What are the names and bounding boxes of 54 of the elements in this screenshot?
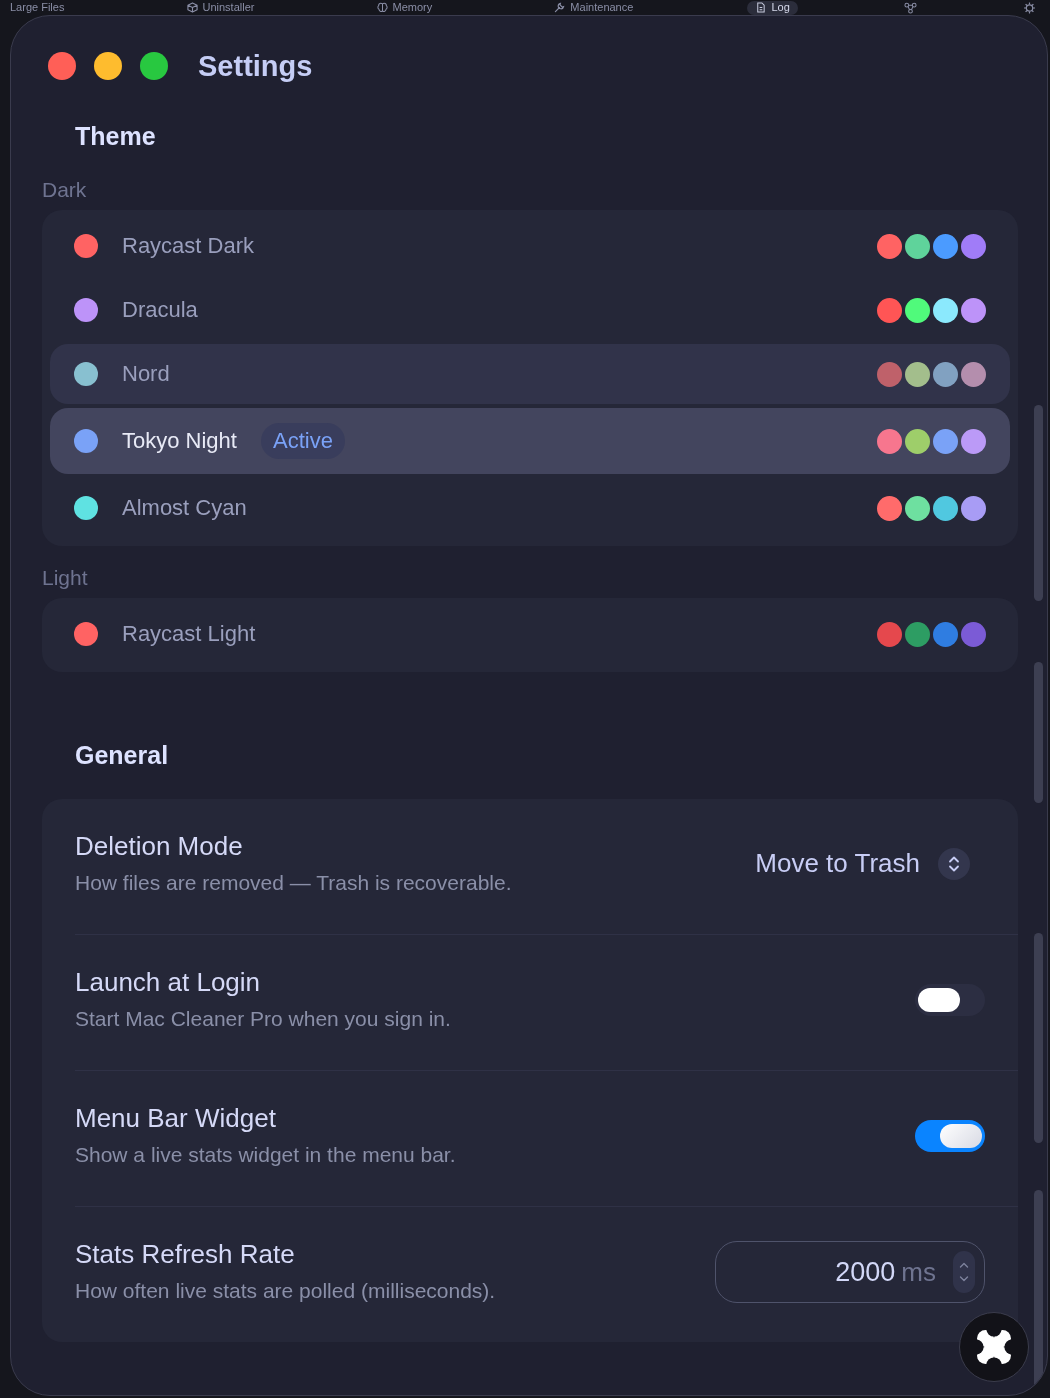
setting-title: Launch at Login xyxy=(75,967,261,997)
chevron-down-icon[interactable] xyxy=(958,1274,970,1283)
number-field[interactable]: 2000 ms xyxy=(715,1240,985,1303)
setting-description: Show a live stats widget in the menu bar. xyxy=(75,1142,456,1168)
chevron-up-icon[interactable] xyxy=(958,1260,970,1269)
window-zoom-button[interactable] xyxy=(140,52,168,80)
setting-title: Deletion Mode xyxy=(75,831,243,861)
theme-name: Tokyo Night xyxy=(122,428,237,454)
theme-row[interactable]: Dracula xyxy=(50,280,1010,340)
section-heading: Theme xyxy=(75,121,156,151)
app-tab[interactable]: Large Files xyxy=(2,0,73,15)
theme-name: Almost Cyan xyxy=(122,495,247,521)
theme-row[interactable]: Almost Cyan xyxy=(50,478,1010,538)
scrollbar-thumb[interactable] xyxy=(1034,662,1043,803)
toggle-switch[interactable] xyxy=(915,1119,985,1152)
theme-name: Raycast Light xyxy=(122,621,256,647)
quatrefoil-icon xyxy=(977,1330,1011,1364)
setting-title: Stats Refresh Rate xyxy=(75,1239,295,1269)
scrollbar-thumb[interactable] xyxy=(1034,933,1043,1143)
group-label: Dark xyxy=(42,178,87,202)
setting-description: Start Mac Cleaner Pro when you sign in. xyxy=(75,1006,451,1032)
box-icon xyxy=(186,2,198,13)
section-heading: General xyxy=(75,740,169,770)
field-value: 2000 xyxy=(835,1255,896,1288)
unit-label: ms xyxy=(901,1255,936,1288)
toggle-switch[interactable] xyxy=(915,983,985,1016)
active-badge: Active xyxy=(260,423,345,459)
setting-title: Menu Bar Widget xyxy=(75,1103,276,1133)
window-minimize-button[interactable] xyxy=(94,52,122,80)
window-close-button[interactable] xyxy=(48,52,76,80)
nodes-icon[interactable] xyxy=(903,1,917,14)
settings-icon[interactable] xyxy=(1022,1,1036,14)
theme-name: Dracula xyxy=(122,297,198,323)
app-tab[interactable]: Uninstaller xyxy=(178,0,263,15)
theme-row[interactable]: Tokyo Night Active xyxy=(50,408,1010,474)
setting-description: How often live stats are polled (milliseconds). xyxy=(75,1278,496,1304)
scrollbar-thumb[interactable] xyxy=(1034,405,1043,601)
app-tab[interactable]: Maintenance xyxy=(546,0,642,15)
group-label: Light xyxy=(42,566,88,590)
theme-name: Nord xyxy=(122,361,170,387)
stepper-control[interactable] xyxy=(953,1250,975,1293)
brain-icon xyxy=(376,2,388,13)
theme-row[interactable]: Nord xyxy=(50,344,1010,404)
theme-row[interactable]: Raycast Dark xyxy=(50,216,1010,276)
deletion-mode-select[interactable]: Move to Trash xyxy=(755,847,970,880)
chevron-up-down-icon xyxy=(938,847,970,880)
app-tab[interactable]: Log xyxy=(747,0,798,15)
theme-name: Raycast Dark xyxy=(122,233,255,259)
document-icon xyxy=(755,2,767,13)
app-tab[interactable]: Memory xyxy=(368,0,441,15)
setting-description: How files are removed — Trash is recoverable. xyxy=(75,870,512,896)
theme-row[interactable]: Raycast Light xyxy=(50,604,1010,664)
wrench-icon xyxy=(554,2,566,13)
window-title: Settings xyxy=(198,49,313,83)
